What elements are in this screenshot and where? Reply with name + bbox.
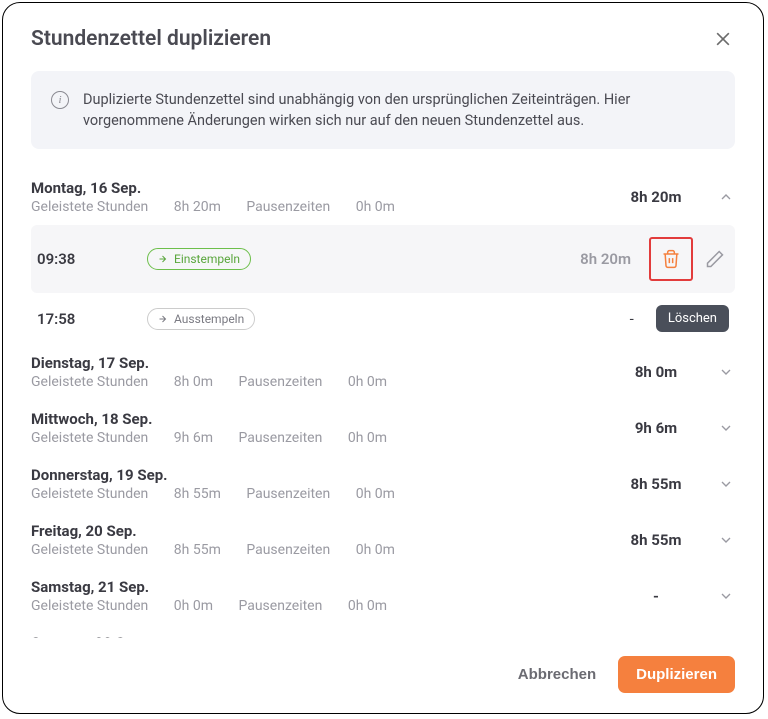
modal-header: Stundenzettel duplizieren [3,3,763,61]
pencil-icon [705,249,725,269]
day-total: - [621,587,691,605]
info-text: Duplizierte Stundenzettel sind unabhängi… [83,89,715,131]
day-subtitle: Geleistete Stunden 8h 0m Pausenzeiten 0h… [31,374,621,390]
day-row-tuesday[interactable]: Dienstag, 17 Sep. Geleistete Stunden 8h … [31,344,735,400]
close-icon [713,29,733,49]
day-subtitle: Geleistete Stunden 8h 20m Pausenzeiten 0… [31,199,621,215]
day-total: 8h 55m [621,475,691,493]
info-icon: i [51,91,69,109]
day-total: 8h 20m [621,188,691,206]
day-row-friday[interactable]: Freitag, 20 Sep. Geleistete Stunden 8h 5… [31,512,735,568]
day-row-thursday[interactable]: Donnerstag, 19 Sep. Geleistete Stunden 8… [31,456,735,512]
day-subtitle: Geleistete Stunden 8h 55m Pausenzeiten 0… [31,486,621,502]
modal-title: Stundenzettel duplizieren [31,27,271,51]
entry-duration: 8h 20m [580,250,631,268]
entry-time: 17:58 [37,310,147,328]
chevron-up-icon [717,188,735,206]
modal-footer: Abbrechen Duplizieren [3,638,763,713]
arrow-out-icon [158,313,170,325]
chevron-down-icon [717,363,735,381]
delete-entry-button[interactable] [649,237,693,281]
day-title: Mittwoch, 18 Sep. [31,410,621,428]
delete-tooltip: Löschen [656,305,729,332]
clock-out-badge: Ausstempeln [147,308,255,330]
duplicate-button[interactable]: Duplizieren [618,656,735,693]
day-title: Montag, 16 Sep. [31,179,621,197]
close-button[interactable] [711,27,735,51]
clock-in-badge: Einstempeln [147,248,251,270]
arrow-in-icon [158,253,170,265]
chevron-down-icon [717,587,735,605]
day-title: Samstag, 21 Sep. [31,578,621,596]
day-total: 8h 0m [621,363,691,381]
day-total: 9h 6m [621,419,691,437]
edit-entry-button[interactable] [701,245,729,273]
day-row-wednesday[interactable]: Mittwoch, 18 Sep. Geleistete Stunden 9h … [31,400,735,456]
chevron-down-icon [717,531,735,549]
cancel-button[interactable]: Abbrechen [518,666,596,683]
chevron-down-icon [717,419,735,437]
trash-icon [661,249,681,269]
day-subtitle: Geleistete Stunden 0h 0m Pausenzeiten 0h… [31,598,621,614]
day-title: Freitag, 20 Sep. [31,522,621,540]
day-row-saturday[interactable]: Samstag, 21 Sep. Geleistete Stunden 0h 0… [31,568,735,624]
time-entry-row: 09:38 Einstempeln 8h 20m [31,225,735,293]
day-row-sunday[interactable]: Sonntag, 22 Sep. [31,624,735,638]
day-subtitle: Geleistete Stunden 9h 6m Pausenzeiten 0h… [31,430,621,446]
day-row-monday[interactable]: Montag, 16 Sep. Geleistete Stunden 8h 20… [31,169,735,225]
day-title: Dienstag, 17 Sep. [31,354,621,372]
day-subtitle: Geleistete Stunden 8h 55m Pausenzeiten 0… [31,542,621,558]
day-title: Donnerstag, 19 Sep. [31,466,621,484]
chevron-down-icon [717,475,735,493]
modal-body[interactable]: i Duplizierte Stundenzettel sind unabhän… [3,61,763,638]
entry-duration: - [630,310,634,328]
entry-time: 09:38 [37,250,147,268]
duplicate-timesheet-modal: Stundenzettel duplizieren i Duplizierte … [2,2,764,714]
time-entry-row: 17:58 Ausstempeln - Löschen [31,293,735,344]
info-banner: i Duplizierte Stundenzettel sind unabhän… [31,71,735,149]
day-total: 8h 55m [621,531,691,549]
